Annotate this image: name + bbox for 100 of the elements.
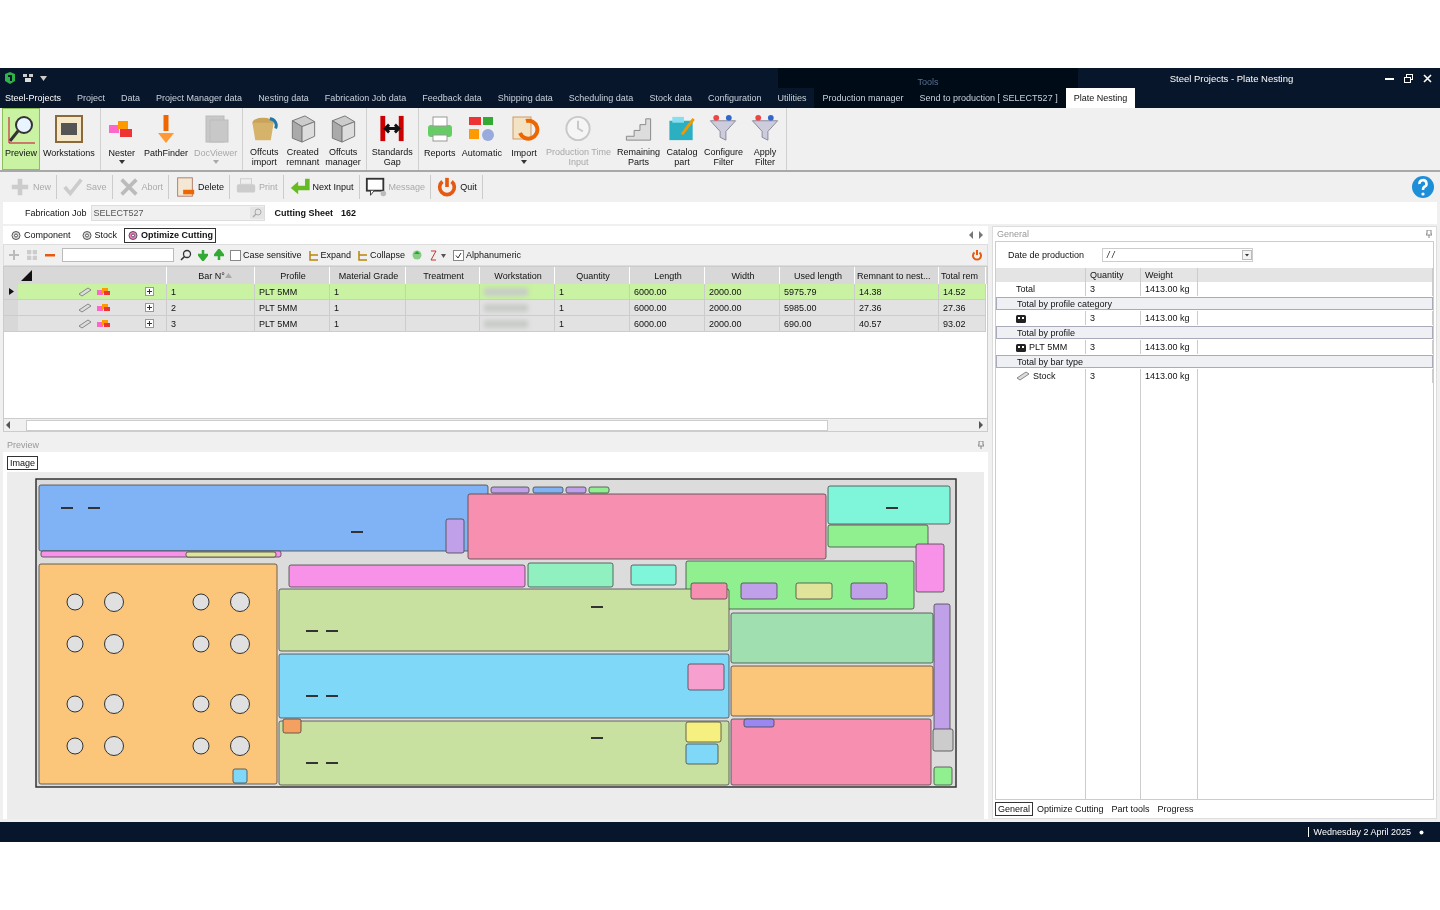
ribbon-button[interactable]: Offcuts import — [245, 108, 284, 170]
sub-tab[interactable]: Component — [7, 227, 74, 243]
ribbon-button[interactable]: Configure Filter — [700, 108, 746, 170]
toolbar-button[interactable]: Next Input — [283, 175, 360, 199]
menu-tab[interactable]: Project — [69, 88, 114, 108]
caret-icon[interactable] — [1242, 250, 1253, 260]
panel-tab[interactable]: Progress — [1153, 803, 1198, 815]
scrollbar-thumb[interactable] — [26, 419, 828, 431]
group-header[interactable]: Total by bar type — [996, 355, 1433, 368]
ribbon-button[interactable]: Offcuts manager — [322, 108, 364, 170]
menu-tab[interactable]: Send to production [ SELECT527 ] — [911, 88, 1066, 108]
alphanumeric-checkbox[interactable]: Alphanumeric — [453, 249, 522, 261]
menu-tab[interactable]: Utilities — [769, 88, 815, 108]
column-header: Quantity — [1090, 270, 1124, 280]
toolbar-icon[interactable] — [22, 73, 34, 83]
toolbar-button[interactable]: Quit — [431, 175, 483, 199]
menu-tab[interactable]: Plate Nesting — [1065, 88, 1136, 108]
scroll-left-icon[interactable] — [4, 421, 12, 429]
pin-icon[interactable] — [978, 441, 984, 449]
column-header[interactable]: Width — [731, 270, 755, 281]
restore-icon[interactable] — [1404, 73, 1413, 83]
collapse-button[interactable]: Collapse — [357, 249, 406, 261]
table-cell: 2000.00 — [709, 318, 742, 329]
column-header[interactable]: Bar N° — [198, 270, 225, 281]
ribbon-button[interactable]: Import — [504, 108, 543, 170]
table-cell: 2000.00 — [709, 286, 742, 297]
fabrication-job-field[interactable]: SELECT527 — [90, 205, 265, 221]
table-cell: 690.00 — [784, 318, 812, 329]
expand-button[interactable]: Expand — [307, 249, 352, 261]
menu-tab[interactable]: Stock data — [641, 88, 700, 108]
table-row[interactable]: 3 PLT 5MM 1 1 6000.00 2000.00 690.00 40.57 93.02 — [4, 316, 987, 332]
column-header[interactable]: Total rem — [941, 270, 978, 281]
menu-tab[interactable]: Scheduling data — [560, 88, 642, 108]
ribbon-button[interactable]: Standards Gap — [368, 108, 416, 170]
menu-tab[interactable]: Production manager — [814, 88, 912, 108]
group-header[interactable]: Total by profile category — [996, 297, 1433, 310]
ribbon-button[interactable]: Workstations — [40, 108, 98, 170]
case-sensitive-checkbox[interactable]: Case sensitive — [230, 249, 302, 261]
column-header[interactable]: Material Grade — [338, 270, 399, 281]
column-header[interactable]: Quantity — [576, 270, 610, 281]
menu-tab[interactable]: Fabrication Job data — [316, 88, 415, 108]
dropdown-caret-icon[interactable] — [40, 75, 47, 81]
ribbon-button[interactable]: Preview — [2, 108, 40, 170]
expand-icon[interactable] — [145, 287, 154, 296]
menu-tab[interactable]: Nesting data — [250, 88, 317, 108]
plate-icon — [1016, 342, 1026, 352]
panel-tab[interactable]: Optimize Cutting — [1033, 803, 1108, 815]
close-icon[interactable] — [1423, 73, 1432, 83]
date-field[interactable]: / / — [1102, 248, 1254, 262]
menu-tab[interactable]: Feedback data — [414, 88, 490, 108]
ribbon-button[interactable]: Nester — [102, 108, 141, 170]
group-header[interactable]: Total by profile — [996, 326, 1433, 339]
up-arrow-icon[interactable] — [214, 249, 224, 261]
down-arrow-icon[interactable] — [198, 249, 208, 261]
refresh-icon[interactable] — [411, 249, 424, 261]
column-header[interactable]: Profile — [280, 270, 306, 281]
ribbon-button[interactable]: PathFinder — [140, 108, 191, 170]
table-row[interactable]: 2 PLT 5MM 1 1 6000.00 2000.00 5985.00 27.36 27.36 — [4, 300, 987, 316]
preview-tab[interactable]: Image — [7, 456, 38, 470]
search-field[interactable] — [62, 248, 174, 262]
sub-tab[interactable]: Stock — [77, 227, 121, 243]
ribbon-button[interactable]: Reports — [420, 108, 459, 170]
column-header[interactable]: Length — [654, 270, 682, 281]
toolbar-button[interactable]: Delete — [169, 175, 231, 199]
search-icon[interactable] — [180, 249, 192, 261]
menu-tab[interactable]: Configuration — [699, 88, 770, 108]
menu-tab[interactable]: Shipping data — [489, 88, 561, 108]
cubes-icon — [97, 287, 111, 296]
expand-icon[interactable] — [145, 303, 154, 312]
ribbon-button[interactable]: Created remnant — [283, 108, 323, 170]
panel-tab[interactable]: General — [995, 802, 1034, 816]
menu-tab[interactable]: Project Manager data — [148, 88, 251, 108]
sort-icon[interactable] — [429, 249, 448, 261]
panel-title: General — [997, 229, 1030, 239]
corner-icon — [21, 270, 32, 281]
sub-tab[interactable]: Optimize Cutting — [124, 227, 217, 243]
ribbon-button[interactable]: Automatic — [458, 108, 505, 170]
app-logo-icon[interactable] — [4, 72, 16, 84]
row-pointer-icon — [8, 288, 14, 295]
panel-tab[interactable]: Part tools — [1107, 803, 1154, 815]
column-header[interactable]: Workstation — [494, 270, 542, 281]
magnifier-icon — [5, 113, 37, 145]
menu-tab[interactable]: Data — [113, 88, 149, 108]
menu-tab[interactable]: Steel-Projects — [0, 88, 70, 108]
help-icon[interactable] — [1411, 175, 1435, 199]
pin-icon[interactable] — [1426, 230, 1432, 238]
ribbon-button[interactable]: Apply Filter — [746, 108, 784, 170]
ribbon-button[interactable]: Catalog part — [662, 108, 701, 170]
row-selector[interactable] — [4, 284, 18, 299]
table-row[interactable]: 1 PLT 5MM 1 1 6000.00 2000.00 5975.79 14.38 14.52 — [4, 284, 987, 300]
expand-icon[interactable] — [145, 319, 154, 328]
column-header[interactable]: Treatment — [423, 270, 464, 281]
ribbon-button[interactable]: Remaining Parts — [613, 108, 663, 170]
column-header[interactable]: Used length — [793, 270, 842, 281]
scroll-right-icon[interactable] — [977, 421, 985, 429]
column-header[interactable]: Remnant to nest... — [857, 270, 931, 281]
power-icon[interactable] — [971, 249, 983, 261]
table-cell: 2 — [171, 302, 176, 313]
table-cell: 27.36 — [943, 302, 966, 313]
tree-icon — [307, 249, 319, 261]
